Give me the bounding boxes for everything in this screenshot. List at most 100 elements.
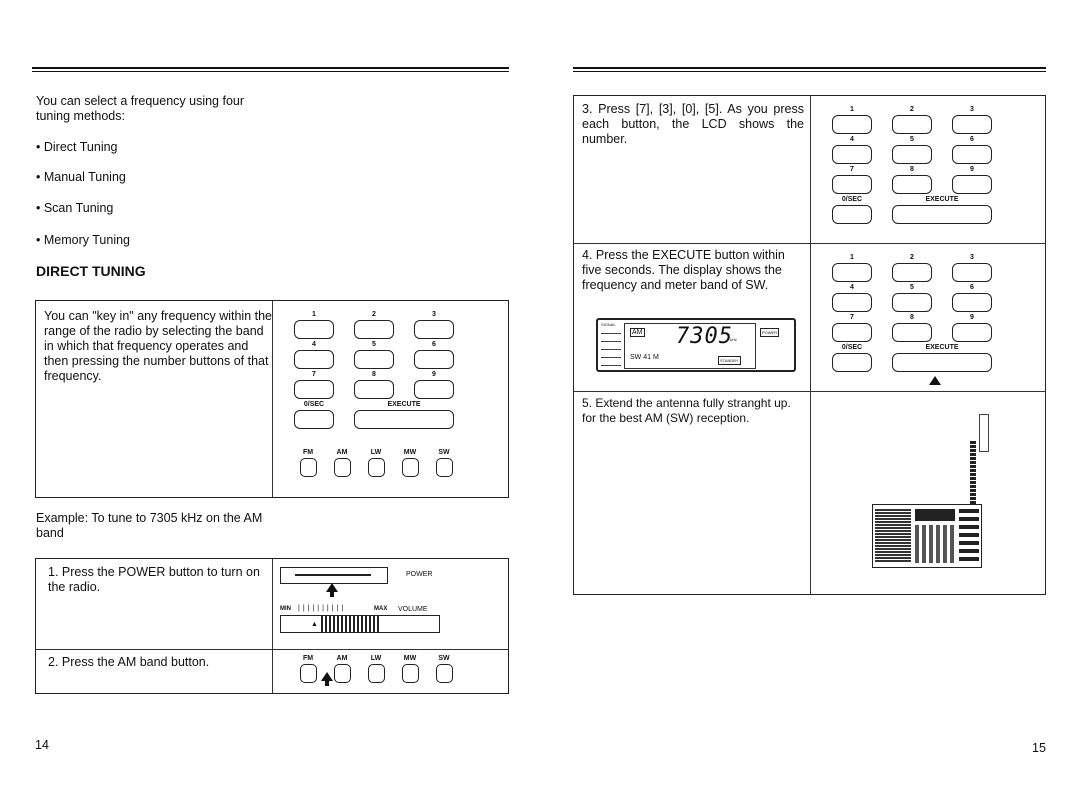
step-2: 2. Press the AM band button.	[48, 655, 210, 669]
method-manual: • Manual Tuning	[36, 170, 126, 184]
arrow-icon	[326, 583, 338, 592]
key-7	[832, 323, 872, 342]
key-label: 8	[372, 371, 376, 378]
key-label: 9	[970, 314, 974, 321]
direct-tuning-text: You can "key in" any frequency within th…	[44, 309, 272, 383]
key-6	[414, 350, 454, 369]
band-button-fm	[300, 664, 317, 683]
key-label: 0/SEC	[841, 196, 863, 203]
key-0-sec	[294, 410, 334, 429]
volume-max-label: MAX	[374, 606, 388, 612]
key-execute	[354, 410, 454, 429]
key-label: 9	[970, 166, 974, 173]
steps-box: 1. Press the POWER button to turn on the…	[35, 558, 509, 694]
page-number-right: 15	[1032, 741, 1046, 755]
band-button-sw	[436, 458, 453, 477]
key-label: 1	[312, 311, 316, 318]
key-9	[952, 323, 992, 342]
method-direct: • Direct Tuning	[36, 140, 118, 154]
power-label: POWER	[406, 571, 433, 578]
key-3	[952, 263, 992, 282]
method-memory: • Memory Tuning	[36, 233, 130, 247]
key-label: 2	[910, 254, 914, 261]
key-label: 0/SEC	[303, 401, 325, 408]
header-rule	[32, 67, 509, 72]
band-button-sw	[436, 664, 453, 683]
key-label: 5	[910, 136, 914, 143]
key-label: 8	[910, 314, 914, 321]
band-label: SW	[438, 655, 450, 662]
key-7	[832, 175, 872, 194]
key-label: 3	[970, 254, 974, 261]
key-0-sec	[832, 353, 872, 372]
key-label: EXECUTE	[387, 401, 421, 408]
key-5	[892, 293, 932, 312]
band-button-mw	[402, 664, 419, 683]
key-label: 1	[850, 106, 854, 113]
key-4	[832, 293, 872, 312]
key-label: 4	[850, 136, 854, 143]
arrow-icon	[929, 376, 941, 385]
direct-tuning-box: You can "key in" any frequency within th…	[35, 300, 509, 498]
key-0-sec	[832, 205, 872, 224]
step-4: 4. Press the EXECUTE button within five …	[582, 248, 785, 292]
key-label: 3	[970, 106, 974, 113]
key-label: 4	[850, 284, 854, 291]
key-9	[952, 175, 992, 194]
header-rule	[573, 67, 1046, 72]
key-1	[294, 320, 334, 339]
key-label: 9	[432, 371, 436, 378]
key-8	[354, 380, 394, 399]
intro-text: You can select a frequency using four tu…	[36, 94, 245, 123]
key-label: 5	[910, 284, 914, 291]
key-4	[294, 350, 334, 369]
key-8	[892, 175, 932, 194]
volume-slider: ▲	[280, 615, 440, 633]
key-1	[832, 263, 872, 282]
section-heading: DIRECT TUNING	[36, 263, 146, 279]
radio-illustration	[872, 504, 982, 568]
key-2	[354, 320, 394, 339]
power-button	[280, 567, 388, 584]
key-execute	[892, 205, 992, 224]
key-1	[832, 115, 872, 134]
band-label: SW	[438, 449, 450, 456]
key-label: 7	[312, 371, 316, 378]
key-label: 3	[432, 311, 436, 318]
lcd-band: AM	[630, 328, 645, 337]
key-label: 6	[970, 284, 974, 291]
key-2	[892, 115, 932, 134]
key-label: 4	[312, 341, 316, 348]
arrow-icon	[321, 672, 333, 681]
method-scan: • Scan Tuning	[36, 201, 114, 215]
key-label: 1	[850, 254, 854, 261]
key-6	[952, 145, 992, 164]
key-label: 7	[850, 314, 854, 321]
step-1: 1. Press the POWER button to turn on the…	[48, 565, 260, 594]
band-button-am	[334, 458, 351, 477]
band-button-lw	[368, 664, 385, 683]
band-button-fm	[300, 458, 317, 477]
signal-meter	[601, 328, 621, 368]
step-3: 3. Press [7], [3], [0], [5]. As you pres…	[582, 102, 804, 146]
lcd-display: SIGNAL AM 7305 kHz SW 41 M STANDBY POWER	[596, 318, 796, 372]
key-label: 6	[432, 341, 436, 348]
key-label: 7	[850, 166, 854, 173]
band-button-mw	[402, 458, 419, 477]
band-button-lw	[368, 458, 385, 477]
example-text: Example: To tune to 7305 kHz on the AM b…	[36, 511, 263, 540]
key-3	[414, 320, 454, 339]
key-label: 5	[372, 341, 376, 348]
lcd-meter-band: SW 41 M	[630, 354, 659, 361]
key-5	[354, 350, 394, 369]
key-label: 0/SEC	[841, 344, 863, 351]
key-8	[892, 323, 932, 342]
band-button-am	[334, 664, 351, 683]
key-7	[294, 380, 334, 399]
up-arrow-icon	[979, 414, 989, 452]
volume-min-label: MIN	[280, 606, 291, 612]
key-label: EXECUTE	[925, 196, 959, 203]
key-label: 8	[910, 166, 914, 173]
step-5: 5. Extend the antenna fully stranght up.…	[582, 396, 791, 425]
key-label: 2	[372, 311, 376, 318]
